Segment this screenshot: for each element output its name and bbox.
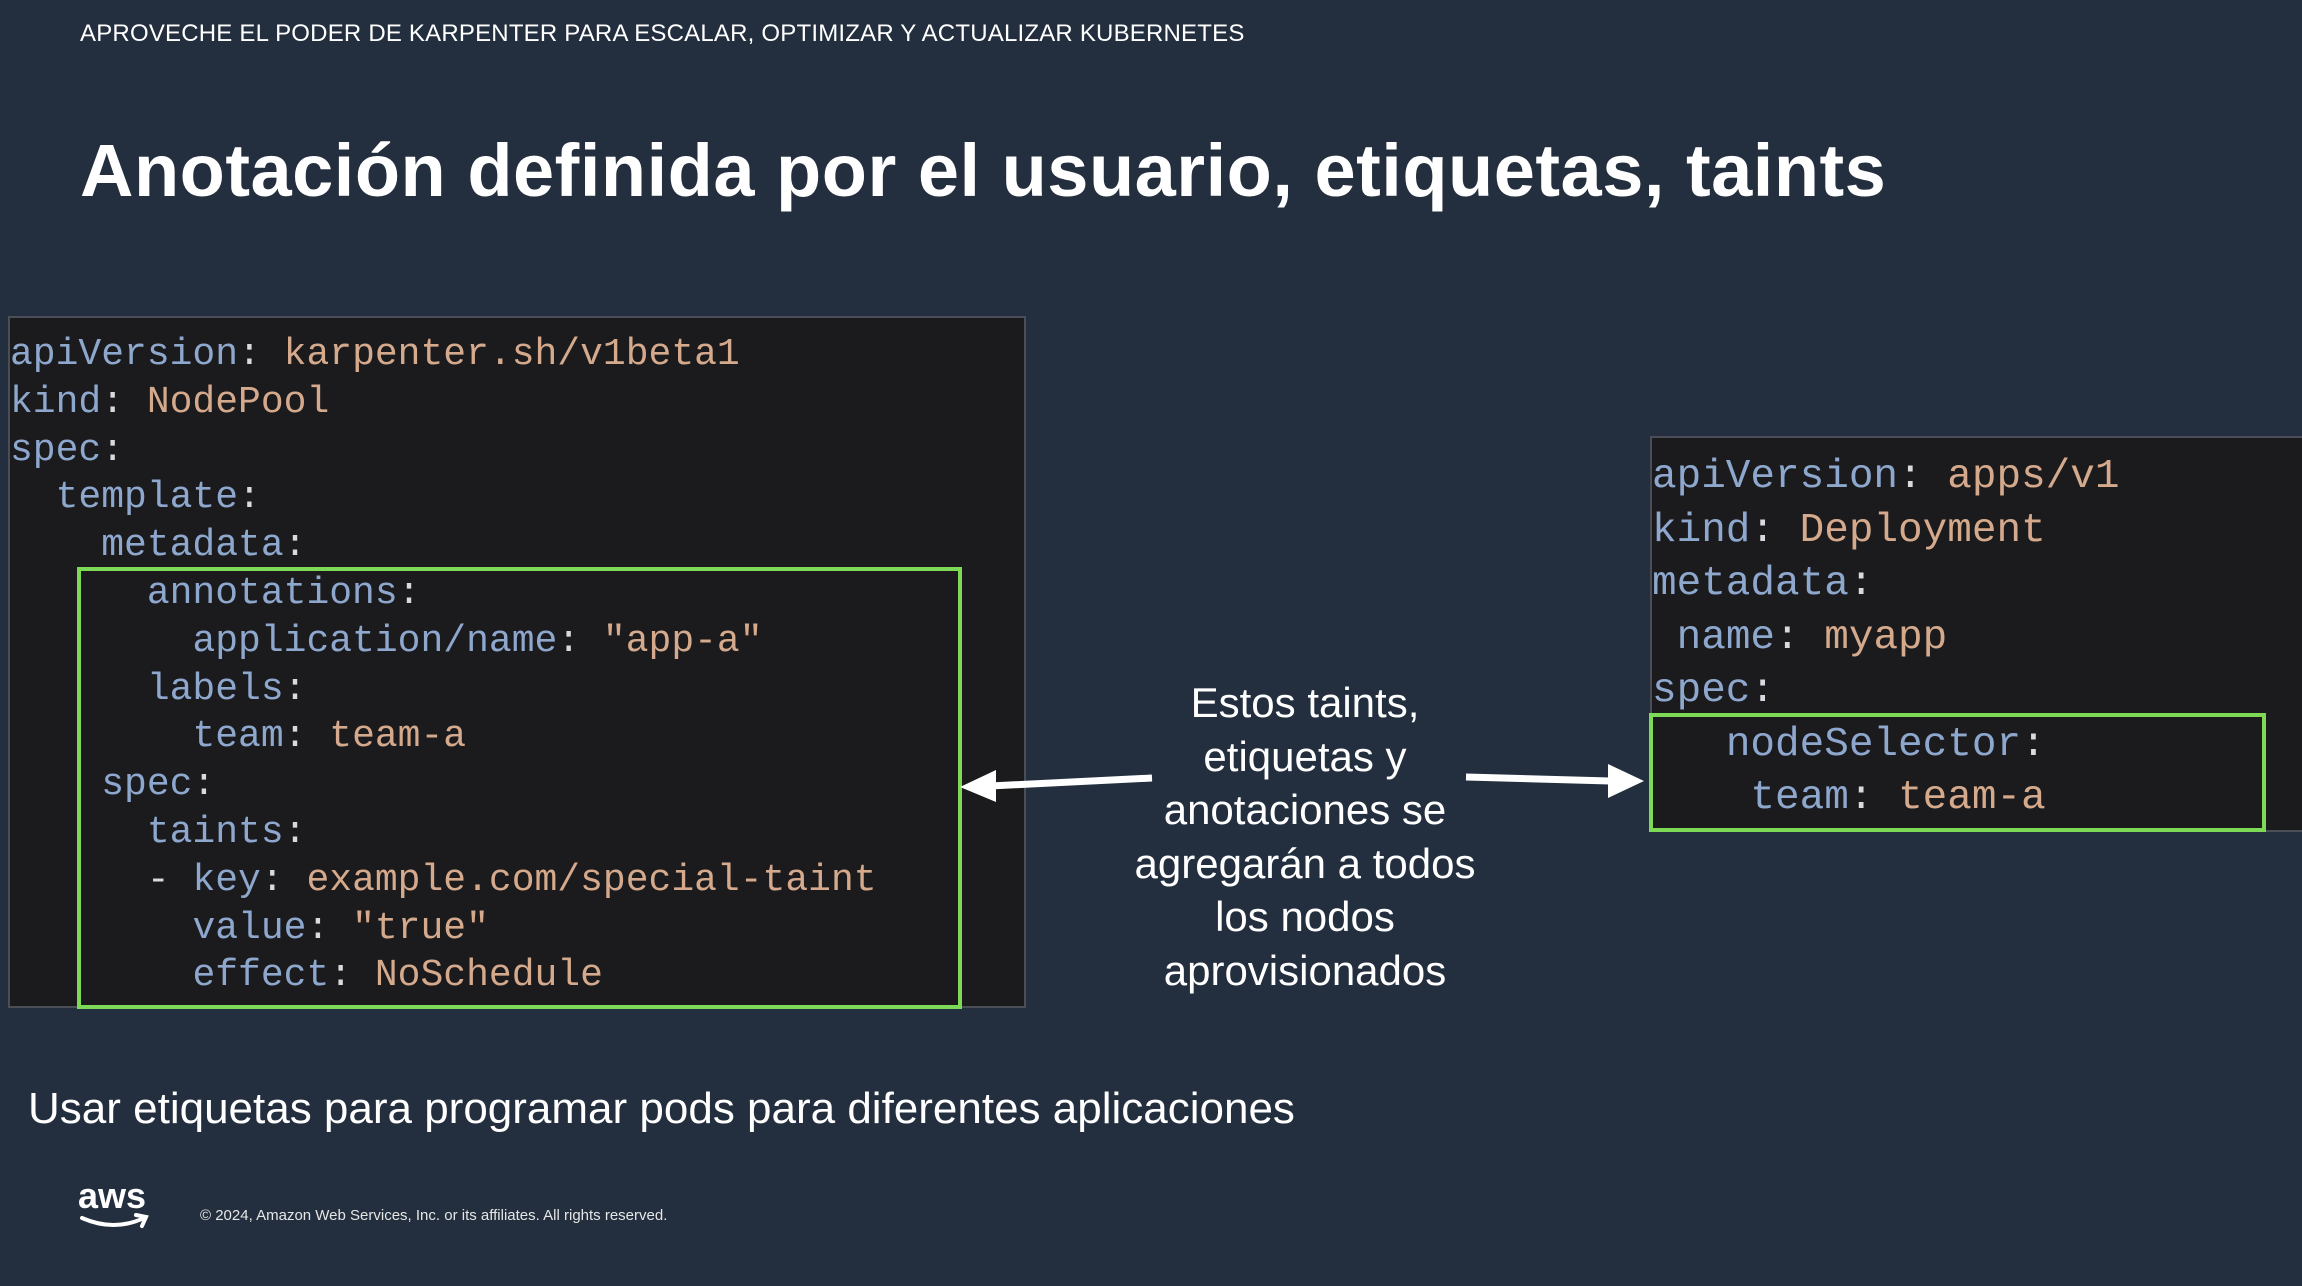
code-key: apiVersion <box>10 333 239 376</box>
code-key: value <box>192 906 307 950</box>
code-line: metadata: <box>1652 558 2302 612</box>
code-separator: : <box>101 380 147 424</box>
nodepool-yaml-panel: apiVersion: karpenter.sh/v1beta1 kind: No… <box>8 316 1026 1008</box>
code-separator: : <box>1898 454 1948 500</box>
code-line: - key: example.com/special-taint <box>10 857 1024 905</box>
code-value: NodePool <box>146 380 330 424</box>
code-value: example.com/special-taint <box>306 858 877 902</box>
code-key: annotations <box>146 571 398 615</box>
code-separator: : <box>1750 507 1800 554</box>
page-title: Anotación definida por el usuario, etiqu… <box>80 129 1887 212</box>
code-line: template: <box>10 474 1024 522</box>
code-separator: : <box>192 763 216 807</box>
code-value: myapp <box>1824 614 1948 661</box>
code-line: apiVersion: karpenter.sh/v1beta1 <box>10 331 1024 379</box>
code-value: "app-a" <box>602 619 763 663</box>
code-line: team: team-a <box>10 713 1024 761</box>
caption-text: Estos taints, etiquetas y anotaciones se… <box>1134 679 1476 994</box>
code-value: team-a <box>1898 775 2046 821</box>
code-separator: : <box>557 619 603 663</box>
code-line: nodeSelector: <box>1652 719 2302 773</box>
code-line: name: myapp <box>1652 612 2302 666</box>
code-line: labels: <box>10 666 1024 714</box>
code-key: name <box>1676 614 1776 661</box>
code-line: kind: Deployment <box>1652 505 2302 559</box>
code-value: NoSchedule <box>374 954 603 998</box>
code-key: team <box>192 715 284 759</box>
code-key: spec <box>101 763 193 807</box>
code-separator: : <box>283 667 307 711</box>
code-value: karpenter.sh/v1beta1 <box>283 333 740 376</box>
code-line: apiVersion: apps/v1 <box>1652 451 2302 505</box>
code-separator: : <box>1775 614 1825 661</box>
code-value: Deployment <box>1799 507 2046 554</box>
code-key: team <box>1750 775 1849 821</box>
subtitle: Usar etiquetas para programar pods para … <box>28 1084 1295 1133</box>
code-key: spec <box>1652 668 1751 714</box>
aws-logo-icon: aws <box>78 1176 149 1228</box>
code-separator: : <box>1848 775 1899 821</box>
copyright-text: © 2024, Amazon Web Services, Inc. or its… <box>200 1207 668 1224</box>
code-separator: : <box>329 954 375 998</box>
code-line: spec: <box>1652 665 2302 719</box>
code-separator: : <box>260 858 307 902</box>
aws-logo-text: aws <box>78 1176 146 1216</box>
code-separator: : <box>397 571 421 615</box>
code-line: effect: NoSchedule <box>10 952 1024 1000</box>
code-key: template <box>55 476 239 520</box>
header-kicker: APROVECHE EL PODER DE KARPENTER PARA ESC… <box>80 20 1245 47</box>
code-line: metadata: <box>10 522 1024 570</box>
code-lines: apiVersion: apps/v1 kind: Deployment metad… <box>1652 451 2302 826</box>
code-separator: : <box>2021 721 2046 768</box>
code-separator: : <box>101 428 125 472</box>
code-line: annotations: <box>10 570 1024 618</box>
code-line: team: team-a <box>1652 772 2302 826</box>
code-key: metadata <box>101 524 284 568</box>
code-separator: : <box>283 715 330 759</box>
code-separator: : <box>1750 668 1776 714</box>
code-separator: : <box>283 810 307 854</box>
code-line: taints: <box>10 809 1024 857</box>
deployment-yaml-panel: apiVersion: apps/v1 kind: Deployment metad… <box>1650 436 2302 832</box>
code-key: kind <box>1652 507 1751 554</box>
code-key: application/name <box>192 619 558 663</box>
code-separator: : <box>238 476 261 520</box>
code-key: kind <box>10 380 102 424</box>
code-line: spec: <box>10 761 1024 809</box>
code-key: labels <box>146 667 284 711</box>
code-value: "true" <box>352 906 489 950</box>
code-key: apiVersion <box>1652 454 1899 500</box>
code-separator: : <box>238 333 284 376</box>
code-lines: apiVersion: karpenter.sh/v1beta1 kind: No… <box>10 331 1024 1000</box>
code-key: spec <box>10 428 102 472</box>
code-line: kind: NodePool <box>10 379 1024 427</box>
code-key: key <box>192 858 261 902</box>
code-separator: : <box>283 524 307 568</box>
code-value: apps/v1 <box>1947 454 2120 500</box>
code-key: taints <box>146 810 284 854</box>
code-key: metadata <box>1652 561 1849 607</box>
code-separator: : <box>1848 561 1874 607</box>
code-key: effect <box>192 954 330 998</box>
code-line: value: "true" <box>10 905 1024 953</box>
code-indent: - <box>10 858 193 902</box>
code-line: spec: <box>10 427 1024 475</box>
code-key: nodeSelector <box>1725 721 2022 768</box>
code-separator: : <box>306 906 353 950</box>
code-line: application/name: "app-a" <box>10 618 1024 666</box>
code-value: team-a <box>329 715 467 759</box>
